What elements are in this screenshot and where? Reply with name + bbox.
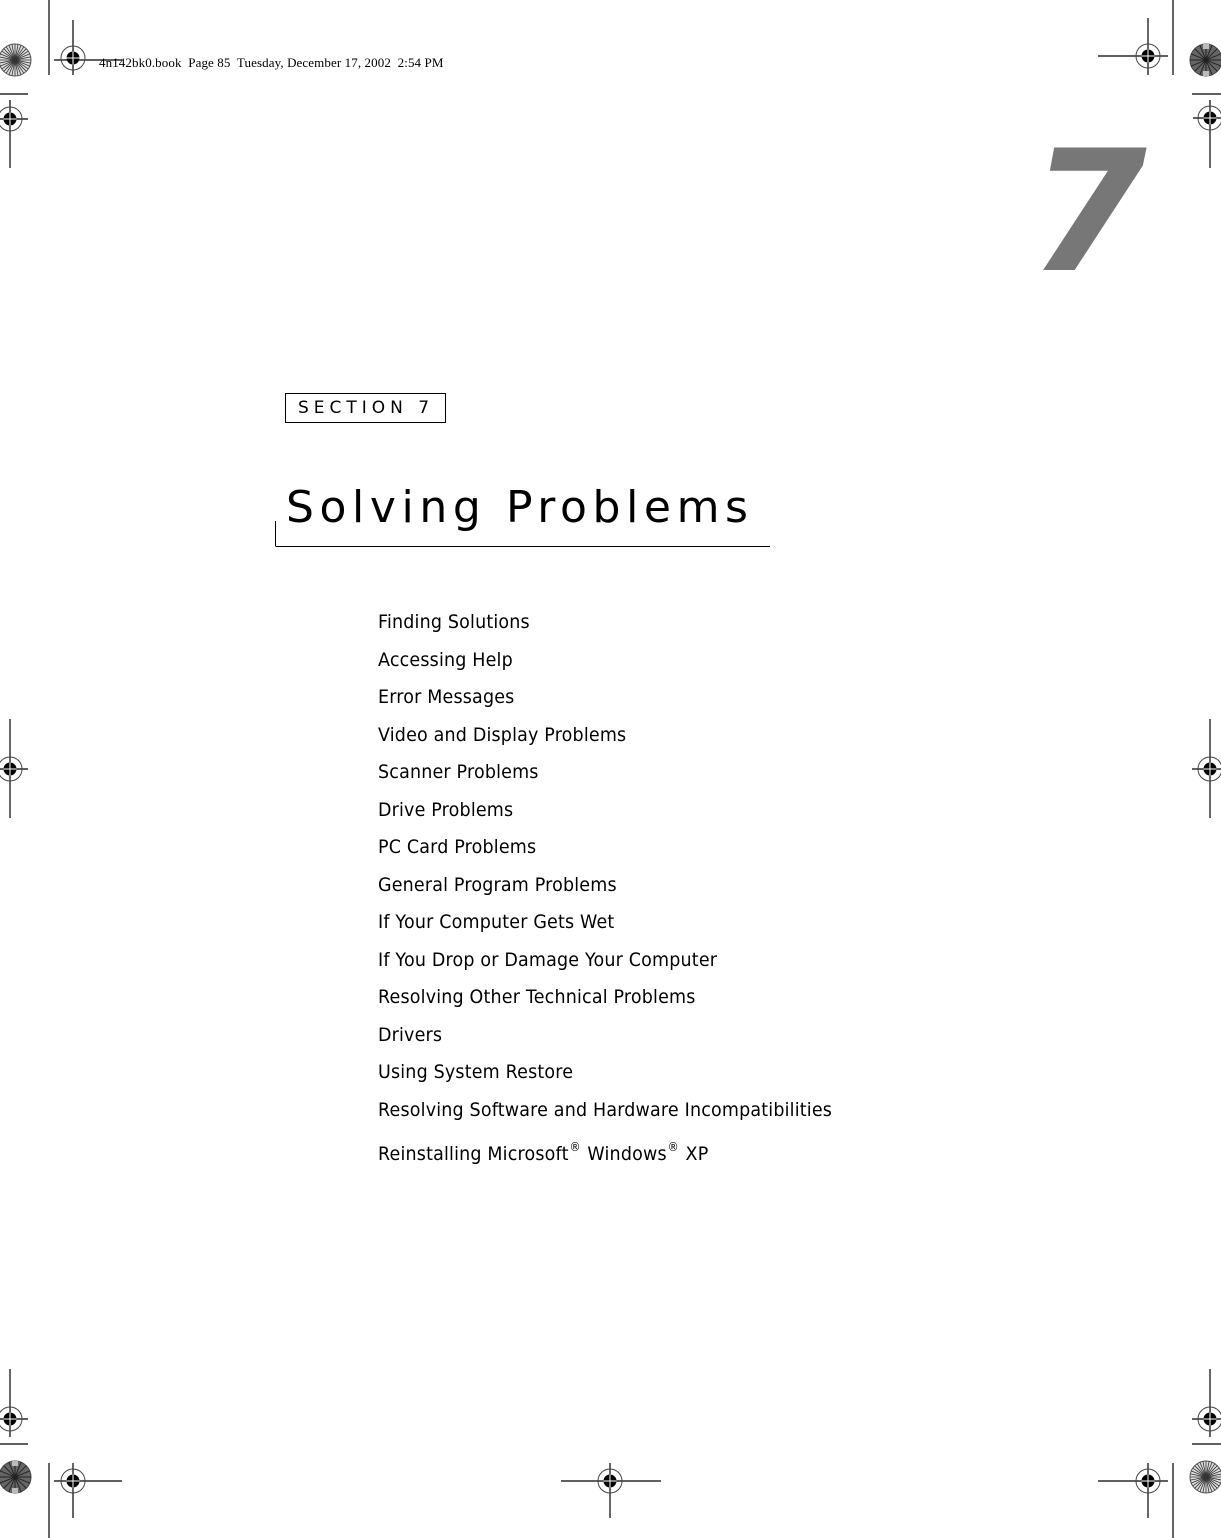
section-label: SECTION 7 (285, 393, 446, 423)
registration-mark-icon (0, 1369, 28, 1437)
topic-item: Accessing Help (378, 648, 513, 671)
registered-mark: ® (667, 1140, 679, 1154)
crop-mark-top-right (1172, 0, 1221, 95)
topic-item: Drive Problems (378, 798, 514, 821)
title-underline-tick (275, 521, 276, 546)
topic-item: Finding Solutions (378, 611, 530, 633)
color-bar-icon (1189, 43, 1221, 77)
registration-mark-icon (1098, 1463, 1168, 1518)
topic-text: Reinstalling Microsoft (378, 1143, 569, 1165)
crop-mark-top-left (0, 0, 50, 95)
topic-item: If You Drop or Damage Your Computer (378, 948, 718, 971)
topic-item: Scanner Problems (378, 761, 539, 783)
topic-list: Finding Solutions Accessing Help Error M… (378, 606, 872, 1169)
topic-item: Resolving Other Technical Problems (378, 986, 696, 1008)
topic-item: General Program Problems (378, 873, 617, 896)
registration-mark-icon (1193, 100, 1221, 168)
registration-mark-icon (561, 1463, 661, 1518)
chapter-number: 7 (1030, 114, 1147, 310)
crop-mark-bottom-left (0, 1443, 50, 1538)
registration-mark-icon (1192, 719, 1221, 818)
color-bar-icon (1189, 1460, 1221, 1494)
topic-item: Video and Display Problems (378, 723, 627, 746)
color-bar-icon (0, 1460, 32, 1494)
topic-item: Resolving Software and Hardware Incompat… (378, 1098, 833, 1121)
topic-item: Using System Restore (378, 1061, 574, 1083)
color-bar-icon (0, 43, 32, 77)
topic-item: If Your Computer Gets Wet (378, 911, 615, 933)
registration-mark-icon (1192, 1369, 1221, 1437)
registration-mark-icon (1098, 18, 1168, 75)
topic-text: Windows (581, 1143, 667, 1165)
registration-mark-icon (0, 719, 28, 818)
topic-item: Error Messages (378, 686, 515, 708)
print-slug: 4n142bk0.book Page 85 Tuesday, December … (99, 55, 444, 70)
chapter-title: Solving Problems (286, 482, 754, 533)
registration-mark-icon (54, 1463, 122, 1518)
registered-mark: ® (569, 1140, 581, 1154)
topic-text: XP (679, 1143, 709, 1165)
topic-item: Reinstalling Microsoft® Windows® XP (378, 1131, 832, 1169)
topic-item: Drivers (378, 1023, 443, 1046)
registration-mark-icon (0, 100, 28, 168)
topic-item: PC Card Problems (378, 836, 537, 858)
crop-mark-bottom-right (1172, 1443, 1221, 1538)
